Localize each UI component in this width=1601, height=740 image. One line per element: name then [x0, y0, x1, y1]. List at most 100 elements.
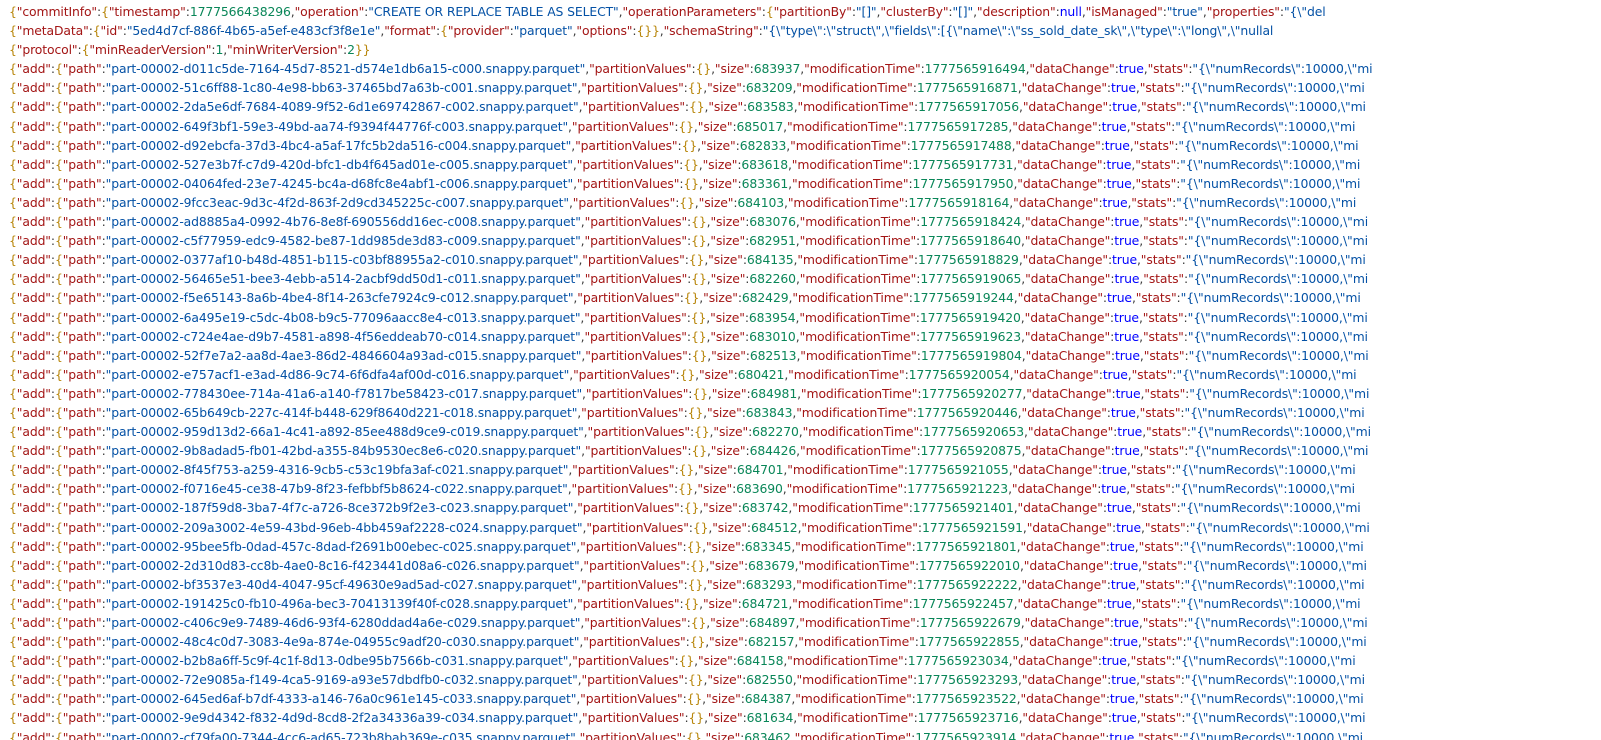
protocol-line[interactable]: {"protocol":{"minReaderVersion":1,"minWr… — [9, 40, 1601, 59]
add-entry-stats: "{\"numRecords\":10000,\"mi — [1188, 271, 1369, 287]
add-entry-line[interactable]: {"add":{"path":"part-00002-56465e51-bee3… — [9, 269, 1601, 288]
add-entry-path: "part-00002-72e9085a-f149-4ca5-9169-a93e… — [105, 672, 578, 688]
add-entry-stats: "{\"numRecords\":10000,\"mi — [1184, 672, 1365, 688]
add-entry-line[interactable]: {"add":{"path":"part-00002-649f3bf1-59e3… — [9, 117, 1601, 136]
add-entry-line[interactable]: {"add":{"path":"part-00002-d92ebcfa-37d3… — [9, 136, 1601, 155]
vertical-scrollbar[interactable] — [1587, 0, 1601, 740]
add-entry-stats: "{\"numRecords\":10000,\"mi — [1188, 443, 1369, 459]
add-entry-line[interactable]: {"add":{"path":"part-00002-04064fed-23e7… — [9, 174, 1601, 193]
add-entry-modification-time: 1777565916494 — [924, 61, 1026, 77]
add-entry-modification-time: 1777565921401 — [912, 500, 1014, 516]
add-entry-line[interactable]: {"add":{"path":"part-00002-c5f77959-edc9… — [9, 231, 1601, 250]
add-entry-line[interactable]: {"add":{"path":"part-00002-191425c0-fb10… — [9, 594, 1601, 613]
add-entry-line[interactable]: {"add":{"path":"part-00002-f0716e45-ce38… — [9, 479, 1601, 498]
add-entry-stats: "{\"numRecords\":10000,\"mi — [1175, 462, 1356, 478]
add-entry-stats: "{\"numRecords\":10000,\"mi — [1178, 137, 1359, 153]
add-entry-modification-time: 1777565921055 — [907, 462, 1009, 478]
add-entry-size: 683690 — [736, 481, 783, 497]
metadata-id: "5ed4d7cf-886f-4b65-a5ef-e483cf3f8e1e" — [126, 23, 381, 39]
add-entry-line[interactable]: {"add":{"path":"part-00002-9e9d4342-f832… — [9, 708, 1601, 727]
add-entry-modification-time: 1777565918424 — [920, 214, 1022, 230]
add-entry-line[interactable]: {"add":{"path":"part-00002-645ed6af-b7df… — [9, 689, 1601, 708]
add-entry-size: 683618 — [741, 156, 788, 172]
add-entry-stats: "{\"numRecords\":10000,\"mi — [1185, 710, 1366, 726]
add-entry-modification-time: 1777565919804 — [920, 347, 1022, 363]
add-entry-size: 683954 — [748, 309, 796, 325]
commit-cluster-by: "[]" — [952, 4, 974, 19]
add-entry-stats: "{\"numRecords\":10000,\"mi — [1186, 634, 1367, 650]
metadata-line[interactable]: {"metaData":{"id":"5ed4d7cf-886f-4b65-a5… — [9, 21, 1601, 40]
commit-info-line[interactable]: {"commitInfo":{"timestamp":1777566438296… — [9, 2, 1601, 21]
add-entry-path: "part-00002-52f7e7a2-aa8d-4ae3-86d2-4846… — [105, 347, 582, 363]
add-entry-line[interactable]: {"add":{"path":"part-00002-c724e4ae-d9b7… — [9, 327, 1601, 346]
add-entry-stats: "{\"numRecords\":10000,\"mi — [1175, 653, 1356, 669]
add-entry-modification-time: 1777565922855 — [918, 634, 1020, 650]
add-entry-path: "part-00002-959d13d2-66a1-4c41-a892-85ee… — [105, 424, 584, 440]
add-entry-line[interactable]: {"add":{"path":"part-00002-b2b8a6ff-5c9f… — [9, 651, 1601, 670]
add-entry-size: 682270 — [752, 424, 799, 440]
add-entry-line[interactable]: {"add":{"path":"part-00002-c406c9e9-7489… — [9, 613, 1601, 632]
editor-viewport[interactable]: {"commitInfo":{"timestamp":1777566438296… — [0, 0, 1601, 740]
add-entry-size: 681634 — [746, 710, 794, 726]
add-entry-path: "part-00002-95bee5fb-0dad-457c-8dad-f269… — [105, 538, 577, 554]
add-entry-size: 684897 — [748, 615, 796, 630]
add-entry-line[interactable]: {"add":{"path":"part-00002-9b8adad5-fb01… — [9, 441, 1601, 460]
add-entry-line[interactable]: {"add":{"path":"part-00002-48c4c0d7-3083… — [9, 632, 1601, 651]
add-entry-line[interactable]: {"add":{"path":"part-00002-51c6ff88-1c80… — [9, 78, 1601, 97]
add-entry-line[interactable]: {"add":{"path":"part-00002-778430ee-714a… — [9, 384, 1601, 403]
add-entry-line[interactable]: {"add":{"path":"part-00002-209a3002-4e59… — [9, 518, 1601, 537]
add-entry-path: "part-00002-527e3b7f-c7d9-420d-bfc1-db4f… — [105, 156, 573, 172]
add-entry-modification-time: 1777565922679 — [919, 615, 1021, 630]
commit-description: null — [1059, 4, 1082, 19]
add-entry-line[interactable]: {"add":{"path":"part-00002-65b649cb-227c… — [9, 403, 1601, 422]
add-entry-stats: "{\"numRecords\":10000,\"mi — [1192, 61, 1373, 77]
add-entry-line[interactable]: {"add":{"path":"part-00002-9fcc3eac-9d3c… — [9, 193, 1601, 212]
add-entry-line[interactable]: {"add":{"path":"part-00002-e757acf1-e3ad… — [9, 365, 1601, 384]
add-entry-line[interactable]: {"add":{"path":"part-00002-72e9085a-f149… — [9, 670, 1601, 689]
add-entry-line[interactable]: {"add":{"path":"part-00002-2da5e6df-7684… — [9, 97, 1601, 116]
add-entry-size: 683742 — [741, 500, 789, 516]
add-entry-modification-time: 1777565916871 — [916, 80, 1018, 96]
add-entry-path: "part-00002-65b649cb-227c-414f-b448-629f… — [105, 404, 578, 420]
add-entry-path: "part-00002-d011c5de-7164-45d7-8521-d574… — [105, 61, 586, 77]
add-entry-size: 684721 — [741, 595, 789, 611]
add-entry-path: "part-00002-9e9d4342-f832-4d9d-8cd8-2f2a… — [105, 710, 579, 726]
add-entry-line[interactable]: {"add":{"path":"part-00002-0377af10-b48d… — [9, 250, 1601, 269]
add-entry-size: 683937 — [753, 61, 801, 77]
add-entry-stats: "{\"numRecords\":10000,\"mi — [1182, 729, 1364, 740]
add-entry-line[interactable]: {"add":{"path":"part-00002-2d310d83-cc8b… — [9, 556, 1601, 575]
add-entry-line[interactable]: {"add":{"path":"part-00002-6a495e19-c5dc… — [9, 308, 1601, 327]
add-entry-line[interactable]: {"add":{"path":"part-00002-cf79fa00-7344… — [9, 728, 1601, 740]
add-entry-line[interactable]: {"add":{"path":"part-00002-d011c5de-7164… — [9, 59, 1601, 78]
add-entry-line[interactable]: {"add":{"path":"part-00002-95bee5fb-0dad… — [9, 537, 1601, 556]
json-lines-editor[interactable]: {"commitInfo":{"timestamp":1777566438296… — [9, 2, 1601, 740]
commit-operation: "CREATE OR REPLACE TABLE AS SELECT" — [368, 4, 619, 19]
add-entry-path: "part-00002-f5e65143-8a6b-4be4-8f14-263c… — [105, 290, 574, 306]
add-entry-modification-time: 1777565918640 — [920, 233, 1022, 249]
add-entry-modification-time: 1777565919065 — [920, 271, 1022, 287]
add-entry-line[interactable]: {"add":{"path":"part-00002-959d13d2-66a1… — [9, 422, 1601, 441]
add-entries-list: {"add":{"path":"part-00002-d011c5de-7164… — [9, 59, 1601, 740]
add-entry-path: "part-00002-9fcc3eac-9d3c-4f2d-863f-2d9c… — [105, 194, 569, 210]
add-entry-size: 683679 — [748, 557, 795, 573]
add-entry-stats: "{\"numRecords\":10000,\"mi — [1189, 385, 1370, 401]
add-entry-size: 683010 — [749, 328, 796, 344]
add-entry-path: "part-00002-2da5e6df-7684-4089-9f52-6d1e… — [105, 99, 579, 115]
add-entry-line[interactable]: {"add":{"path":"part-00002-bf3537e3-40d4… — [9, 575, 1601, 594]
add-entry-line[interactable]: {"add":{"path":"part-00002-527e3b7f-c7d9… — [9, 155, 1601, 174]
add-entry-path: "part-00002-48c4c0d7-3083-4e9a-874e-0495… — [105, 634, 580, 650]
add-entry-line[interactable]: {"add":{"path":"part-00002-f5e65143-8a6b… — [9, 288, 1601, 307]
add-entry-line[interactable]: {"add":{"path":"part-00002-8f45f753-a259… — [9, 460, 1601, 479]
add-entry-stats: "{\"numRecords\":10000,\"mi — [1180, 290, 1361, 306]
add-entry-size: 683462 — [744, 729, 791, 740]
add-entry-size: 683345 — [744, 538, 792, 554]
add-entry-line[interactable]: {"add":{"path":"part-00002-ad8885a4-0992… — [9, 212, 1601, 231]
add-entry-size: 682951 — [749, 233, 796, 249]
add-entry-path: "part-00002-649f3bf1-59e3-49bd-aa74-f939… — [105, 118, 569, 134]
add-entry-line[interactable]: {"add":{"path":"part-00002-52f7e7a2-aa8d… — [9, 346, 1601, 365]
add-entry-stats: "{\"numRecords\":10000,\"mi — [1185, 252, 1366, 268]
add-entry-path: "part-00002-b2b8a6ff-5c9f-4c1f-8d13-0dbe… — [105, 653, 569, 669]
add-entry-modification-time: 1777565920875 — [920, 443, 1022, 459]
add-entry-modification-time: 1777565917731 — [912, 156, 1014, 172]
add-entry-line[interactable]: {"add":{"path":"part-00002-187f59d8-3ba7… — [9, 498, 1601, 517]
